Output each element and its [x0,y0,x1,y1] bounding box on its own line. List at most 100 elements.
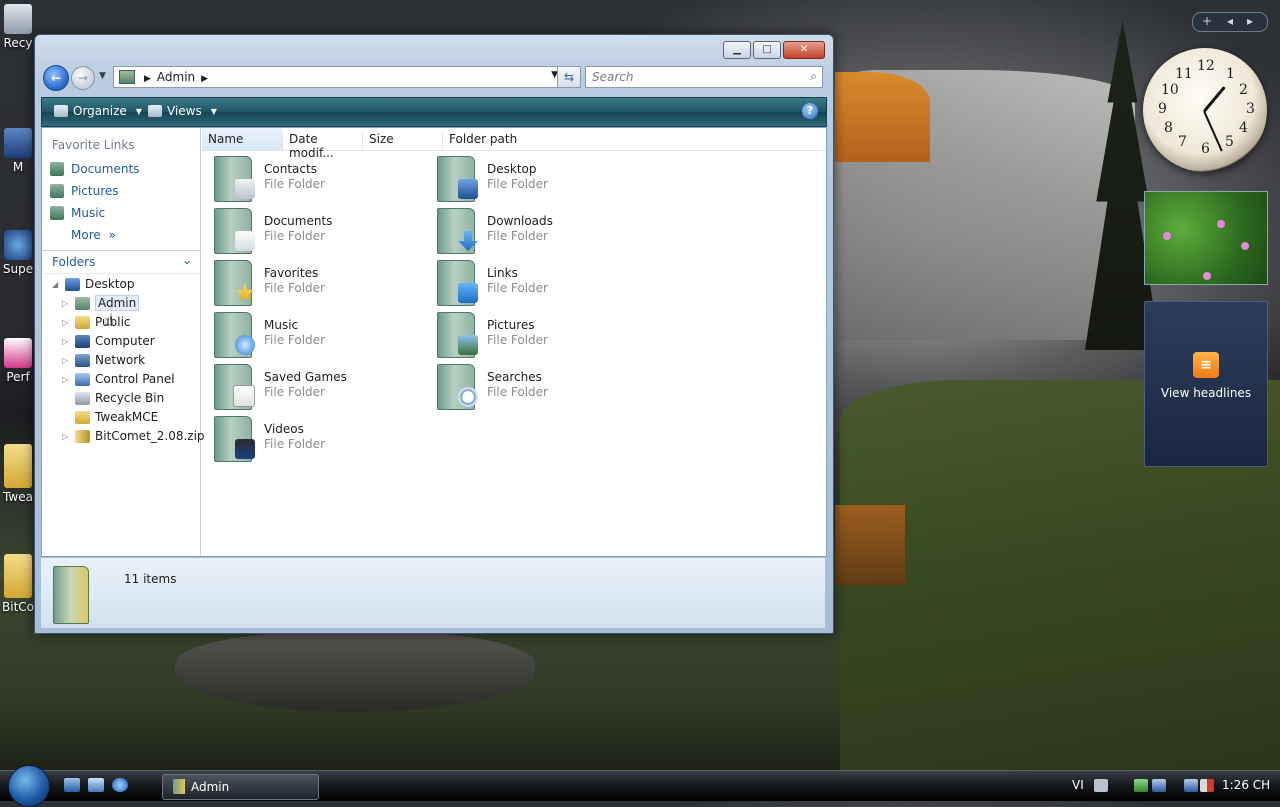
taskbar-button-admin[interactable]: Admin [162,774,319,800]
tree-item-recycle-bin[interactable]: Recycle Bin [62,389,164,407]
breadcrumb-separator-icon[interactable]: ▶ [144,74,151,84]
slideshow-gadget[interactable] [1144,191,1268,285]
folder-item-favorites[interactable]: Favorites File Folder [210,258,420,308]
clock-time[interactable]: 1:26 CH [1222,778,1270,792]
desktop-icon-bitcomet[interactable]: BitCo [0,554,36,614]
back-button[interactable]: ← [43,65,69,91]
item-name: Saved Games [264,370,347,384]
breadcrumb-admin[interactable]: Admin [157,70,195,84]
desktop-icon-label: Perf [6,370,30,384]
switch-windows-icon[interactable] [88,778,104,792]
favorite-links-header: Favorite Links [52,138,135,152]
folder-item-desktop[interactable]: Desktop File Folder [433,154,643,204]
maximize-button[interactable]: □ [753,41,781,59]
item-name: Documents [264,214,333,228]
item-type: File Folder [264,229,325,243]
internet-explorer-icon[interactable] [112,778,128,792]
tree-item-control-panel[interactable]: ▷ Control Panel [62,370,175,388]
collapsed-arrow-icon[interactable]: ▷ [62,337,70,346]
desktop-icon-label: BitCo [2,600,34,614]
next-gadgets-icon[interactable]: ▸ [1247,14,1253,28]
content-area: Favorite Links Documents Pictures Music … [41,127,827,557]
search-input[interactable]: Search ⌕ [585,66,823,88]
desktop-icon-tweakmce[interactable]: Twea [0,444,36,504]
views-button[interactable]: Views ▼ [148,104,217,118]
item-type: File Folder [264,437,325,451]
show-desktop-icon[interactable] [64,778,80,792]
start-button[interactable] [8,765,50,807]
clock-gadget[interactable]: 12 1 2 3 4 5 6 7 8 9 10 11 [1143,48,1267,172]
folder-icon [75,315,90,329]
feed-headlines-gadget[interactable]: ≡ View headlines [1144,301,1268,467]
folder-item-searches[interactable]: Searches File Folder [433,362,643,412]
collapsed-arrow-icon[interactable]: ▷ [62,318,70,327]
folder-item-pictures[interactable]: Pictures File Folder [433,310,643,360]
organize-button[interactable]: Organize ▼ [54,104,142,118]
collapsed-arrow-icon[interactable]: ▷ [62,432,70,441]
security-center-icon[interactable] [1184,779,1198,792]
item-type: File Folder [264,281,325,295]
column-header-name[interactable]: Name [202,128,282,150]
column-header-size[interactable]: Size [362,132,443,150]
tree-item-admin[interactable]: ▷ Admin [62,294,140,312]
breadcrumb-separator-icon[interactable]: ▶ [201,74,208,84]
volume-muted-icon[interactable] [1200,779,1214,792]
favorite-links-more[interactable]: More » [71,228,116,242]
user-folder-icon [53,566,89,624]
keyboard-icon[interactable] [1094,779,1108,792]
address-bar[interactable]: ▶ Admin ▶ ▼ [113,66,563,88]
favorite-link-pictures[interactable]: Pictures [50,182,119,200]
folder-item-music[interactable]: Music File Folder [210,310,420,360]
network-status-icon[interactable] [1152,779,1166,792]
command-toolbar: Organize ▼ Views ▼ ? [41,97,827,127]
expanded-arrow-icon[interactable]: ◢ [52,280,60,289]
folders-header: Folders [52,255,96,269]
safely-remove-icon[interactable] [1134,779,1148,792]
pictures-icon [50,184,64,198]
folder-item-saved-games[interactable]: Saved Games File Folder [210,362,420,412]
recycle-bin-icon [75,391,90,405]
view-headlines-link[interactable]: View headlines [1145,386,1267,400]
folders-toggle[interactable]: Folders ⌄ [42,250,200,274]
column-header-folder-path[interactable]: Folder path [442,132,523,150]
tree-item-desktop[interactable]: ◢ Desktop [52,275,135,293]
favorite-link-documents[interactable]: Documents [50,160,139,178]
desktop-icon-super[interactable]: Supe [0,230,36,276]
previous-gadgets-icon[interactable]: ◂ [1227,14,1233,28]
recent-pages-dropdown[interactable]: ▼ [99,71,106,81]
tree-item-bitcomet-zip[interactable]: ▷ BitComet_2.08.zip [62,427,205,445]
desktop-icon-recycle-bin[interactable]: Recy [0,4,36,50]
help-button[interactable]: ? [802,103,818,119]
collapsed-arrow-icon[interactable]: ▷ [62,299,70,308]
searches-folder-icon [437,364,478,410]
refresh-button[interactable]: ⇆ [557,66,581,88]
folder-item-documents[interactable]: Documents File Folder [210,206,420,256]
minimize-button[interactable]: ▁ [723,41,751,59]
folder-icon [4,444,32,488]
add-gadget-icon[interactable]: + [1202,14,1212,28]
language-indicator[interactable]: VI [1072,778,1084,792]
organize-label: Organize [73,104,127,118]
search-icon[interactable]: ⌕ [810,69,817,84]
folder-item-downloads[interactable]: Downloads File Folder [433,206,643,256]
column-header-date-modified[interactable]: Date modif... [282,132,363,160]
tree-item-computer[interactable]: ▷ Computer [62,332,155,350]
favorite-link-label: Music [71,206,106,220]
tree-item-public[interactable]: ▷ Public [62,313,131,331]
folder-item-contacts[interactable]: Contacts File Folder [210,154,420,204]
desktop-icon [65,277,80,291]
folder-item-videos[interactable]: Videos File Folder [210,414,420,464]
desktop-icon-computer[interactable]: M [0,128,36,174]
zip-folder-icon [75,429,90,443]
folder-item-links[interactable]: Links File Folder [433,258,643,308]
desktop-icon-performance[interactable]: Perf [0,338,36,384]
item-name: Pictures [487,318,535,332]
tree-item-tweakmce[interactable]: TweakMCE [62,408,158,426]
forward-button[interactable]: → [71,66,95,90]
collapsed-arrow-icon[interactable]: ▷ [62,356,70,365]
close-button[interactable]: ✕ [783,41,825,59]
tree-item-network[interactable]: ▷ Network [62,351,145,369]
favorite-link-music[interactable]: Music [50,204,105,222]
clock-number: 7 [1178,134,1187,150]
collapsed-arrow-icon[interactable]: ▷ [62,375,70,384]
